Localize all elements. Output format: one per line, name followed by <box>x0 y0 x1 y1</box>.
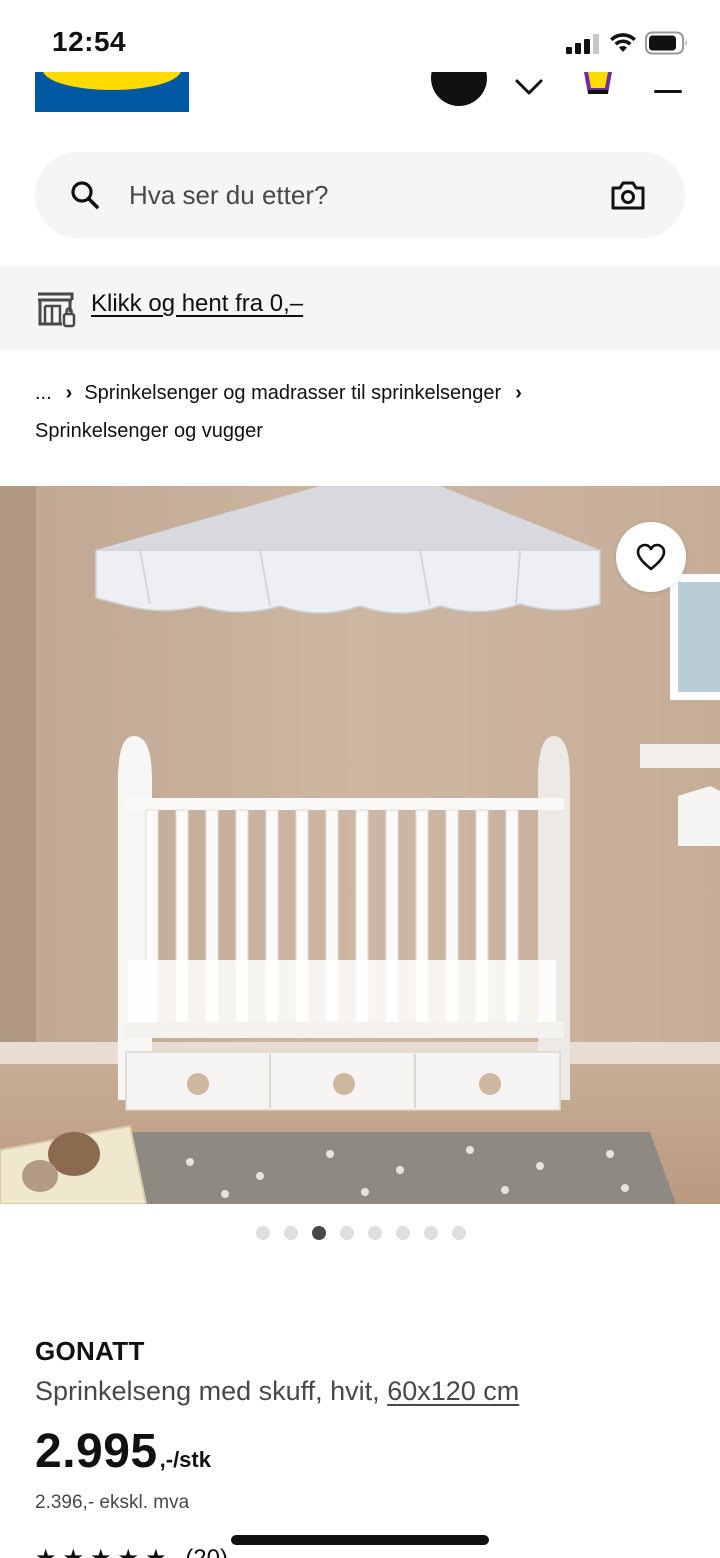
crib-product-photo <box>0 486 720 1204</box>
click-collect-banner: Klikk og hent fra 0,– <box>0 266 720 350</box>
click-collect-link[interactable]: Klikk og hent fra 0,– <box>91 290 303 318</box>
chevron-down-icon[interactable] <box>514 78 544 98</box>
battery-icon <box>645 31 687 55</box>
home-indicator <box>231 1535 489 1545</box>
carousel-dot[interactable] <box>424 1226 438 1240</box>
carousel-dot[interactable] <box>312 1226 326 1240</box>
product-price: 2.995 ,-/stk <box>35 1424 211 1479</box>
price-ex-vat: 2.396,- ekskl. mva <box>35 1492 190 1513</box>
wifi-icon <box>610 33 636 52</box>
product-description-text: Sprinkelseng med skuff, hvit, <box>35 1376 388 1406</box>
camera-icon[interactable] <box>611 180 645 210</box>
product-description: Sprinkelseng med skuff, hvit, 60x120 cm <box>35 1376 519 1407</box>
menu-icon[interactable] <box>654 90 682 93</box>
site-header <box>0 72 720 132</box>
favorite-button[interactable] <box>616 522 686 592</box>
search-input[interactable] <box>129 176 569 214</box>
crown-icon[interactable] <box>582 72 614 98</box>
chevron-right-icon: › <box>65 382 73 404</box>
product-name: GONATT <box>35 1336 145 1366</box>
breadcrumb-item-cribs[interactable]: Sprinkelsenger og vugger <box>35 412 263 450</box>
rating-count: (20) <box>185 1545 228 1558</box>
rating-stars: ★★★★★ <box>35 1545 173 1558</box>
cellular-signal-icon <box>566 34 600 54</box>
heart-icon <box>636 543 666 571</box>
breadcrumb-item-crib-category[interactable]: Sprinkelsenger og madrasser til sprinkel… <box>84 374 501 412</box>
breadcrumb-ellipsis[interactable]: ... <box>35 374 52 412</box>
status-bar: 12:54 <box>0 0 720 80</box>
product-rating[interactable]: ★★★★★ (20) <box>35 1544 228 1558</box>
search-bar[interactable] <box>35 152 685 238</box>
carousel-dots <box>256 1226 466 1240</box>
chevron-right-icon: › <box>515 382 522 404</box>
carousel-dot[interactable] <box>396 1226 410 1240</box>
status-time: 12:54 <box>52 26 127 57</box>
carousel-dot[interactable] <box>452 1226 466 1240</box>
product-size-link[interactable]: 60x120 cm <box>387 1376 519 1406</box>
account-avatar[interactable] <box>431 72 487 106</box>
breadcrumb: ... › Sprinkelsenger og madrasser til sp… <box>35 374 695 450</box>
price-unit: ,-/stk <box>159 1447 211 1472</box>
carousel-dot[interactable] <box>256 1226 270 1240</box>
ikea-logo[interactable] <box>35 72 189 112</box>
carousel-dot[interactable] <box>340 1226 354 1240</box>
product-image[interactable] <box>0 486 720 1204</box>
search-icon[interactable] <box>69 179 101 211</box>
carousel-dot[interactable] <box>284 1226 298 1240</box>
price-amount: 2.995 <box>35 1425 158 1478</box>
store-pickup-icon <box>38 292 76 328</box>
carousel-dot[interactable] <box>368 1226 382 1240</box>
